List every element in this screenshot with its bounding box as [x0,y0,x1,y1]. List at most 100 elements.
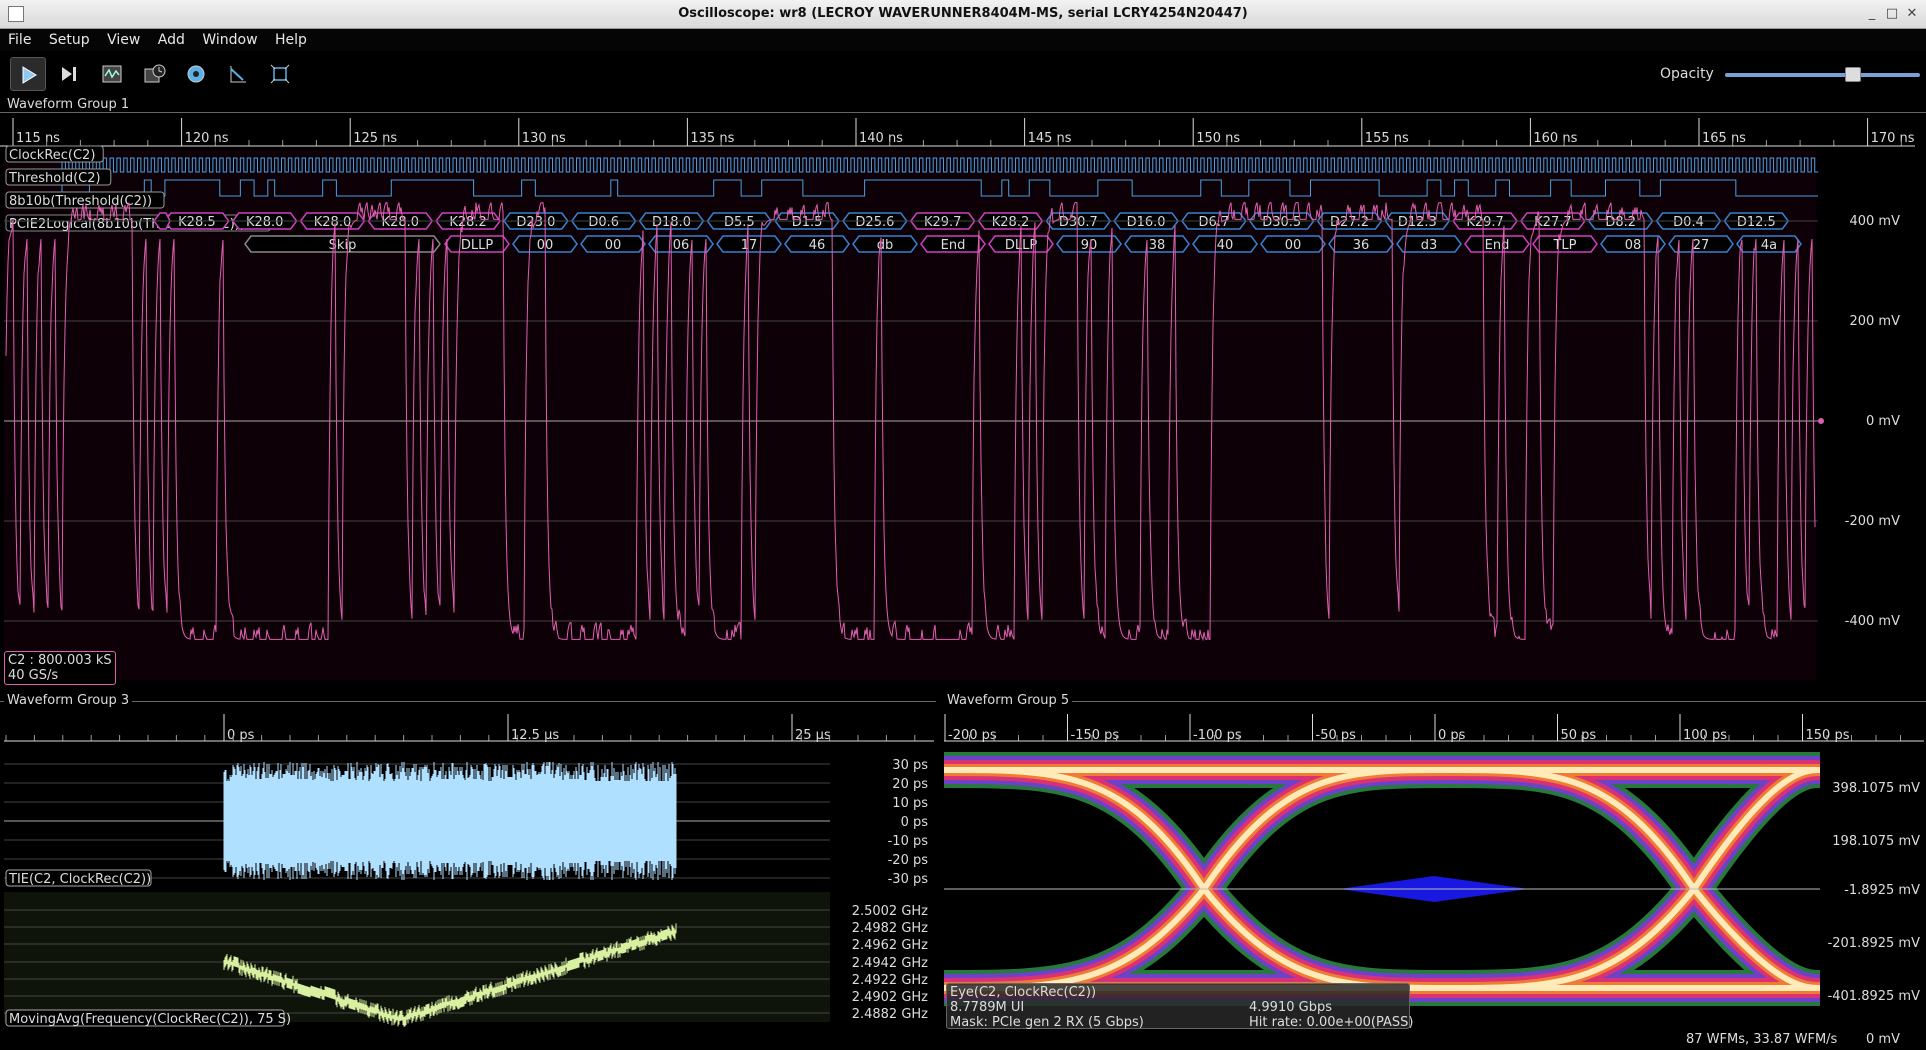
tie-y-tick-label: 0 ps [901,815,929,830]
logical-symbol-label: End [1485,238,1510,253]
channel-offset-marker[interactable] [1818,418,1824,424]
tie-y-tick-label: 10 ps [892,796,928,811]
fit-button[interactable] [262,57,298,91]
freq-y-tick-label: 2.5002 GHz [852,904,928,919]
freq-y-tick-label: 2.4982 GHz [852,921,928,936]
protocol-symbol-label: D8.2 [1605,215,1636,230]
opacity-slider[interactable] [1725,73,1920,77]
eye-y-tick-label: -1.8925 mV [1844,883,1920,898]
protocol-symbol-label: K28.0 [314,215,351,230]
eye-name: Eye(C2, ClockRec(C2)) [950,985,1097,1000]
freq-plot-area[interactable] [4,892,830,1022]
close-icon[interactable]: ✕ [1902,5,1922,23]
y-tick-label: -200 mV [1845,514,1900,529]
time-tick-label: 150 ns [1196,131,1240,146]
protocol-symbol-label: K28.2 [992,215,1029,230]
menu-view[interactable]: View [99,29,145,48]
protocol-symbol-label: K28.0 [382,215,419,230]
time-tick-label: 115 ns [16,131,60,146]
menu-file[interactable]: File [0,29,36,48]
logical-symbol-label: 06 [673,238,690,253]
channel-info-box[interactable]: C2 : 800.003 kS 40 GS/s [4,651,116,685]
opacity-slider-handle[interactable] [1845,67,1861,82]
protocol-symbol-label: K28.0 [246,215,283,230]
logical-symbol-label: TLP [1552,238,1576,253]
protocol-symbol-label: D0.6 [588,215,619,230]
freq-y-tick-label: 2.4962 GHz [852,938,928,953]
logical-symbol-label: DLLP [461,238,493,253]
logical-symbol-label: d3 [1421,238,1438,253]
logical-symbol-label: 4a [1761,238,1777,253]
settings-button[interactable] [178,57,214,91]
eye-info-box[interactable]: Eye(C2, ClockRec(C2)) 8.7789M UI Mask: P… [946,983,1413,1030]
eye-y-tick-label: -401.8925 mV [1828,989,1921,1004]
status-bar-mv: 0 mV [1866,1032,1900,1047]
channel-label-text: 8b10b(Threshold(C2)) [9,194,152,209]
channel-sample-rate: 40 GS/s [8,668,59,683]
window-title: Oscilloscope: wr8 (LECROY WAVERUNNER8404… [678,6,1248,21]
waveform-group-1[interactable]: 115 ns 120 ns 125 ns 130 ns 135 ns 140 ns 145 … [0,114,1926,688]
tie-y-tick-label: -10 ps [888,834,929,849]
time-tick-label: 160 ns [1533,131,1577,146]
logical-symbol-label: 17 [741,238,758,253]
group5-divider [944,701,1926,702]
protocol-symbol-label: K29.7 [924,215,961,230]
eye-rate: 4.9910 Gbps [1249,1000,1332,1015]
waveform-button[interactable] [94,57,130,91]
title-bar: Oscilloscope: wr8 (LECROY WAVERUNNER8404… [0,0,1926,29]
protocol-symbol-label: D0.4 [1673,215,1704,230]
menu-help[interactable]: Help [267,29,312,48]
protocol-symbol-label: K27.7 [1534,215,1571,230]
play-button[interactable] [10,57,46,91]
freq-y-tick-label: 2.4902 GHz [852,990,928,1005]
logical-symbol-label: 27 [1693,238,1710,253]
menu-add[interactable]: Add [150,29,190,48]
protocol-symbol-label: D25.6 [855,215,894,230]
minimize-icon[interactable]: _ [1862,5,1882,23]
time-tick-label: 135 ns [690,131,734,146]
logical-symbol-label: 36 [1353,238,1370,253]
status-bar-text: 87 WFMs, 33.87 WFM/s [1686,1032,1838,1047]
cursor-icon [230,66,246,83]
logical-symbol-label: 40 [1217,238,1234,253]
channel-label-text: Threshold(C2) [8,171,101,186]
tie-y-tick-label: 30 ps [892,758,928,773]
history-icon [144,64,166,83]
y-tick-label: 0 mV [1866,414,1900,429]
freq-y-tick-label: 2.4942 GHz [852,956,928,971]
logical-symbol-label: 46 [809,238,826,253]
protocol-symbol-label: D30.7 [1059,215,1098,230]
protocol-symbol-label: D16.0 [1127,215,1166,230]
protocol-symbol-label: D12.5 [1737,215,1776,230]
fit-icon [270,64,290,84]
protocol-symbol-label: D1.5 [792,215,823,230]
menu-setup[interactable]: Setup [41,29,95,48]
logical-symbol-label: 38 [1149,238,1166,253]
tie-trace [223,762,677,880]
freq-label: MovingAvg(Frequency(ClockRec(C2)), 75 S) [9,1012,291,1027]
menu-window[interactable]: Window [194,29,262,48]
time-tick-label: 170 ns [1871,131,1915,146]
protocol-symbol-label: K28.2 [449,215,486,230]
group1-title: Waveform Group 1 [4,97,133,112]
history-button[interactable] [136,57,172,91]
group3-divider [0,701,936,702]
tie-y-tick-label: 20 ps [892,777,928,792]
group1-divider [0,112,1926,113]
logical-symbol-label: 90 [1081,238,1098,253]
logical-symbol-label: 00 [605,238,622,253]
eye-y-tick-label: -201.8925 mV [1828,936,1921,951]
time-tick-label: 120 ns [185,131,229,146]
y-tick-label: -400 mV [1845,614,1900,629]
cursor-button[interactable] [220,57,256,91]
settings-icon [187,65,205,83]
eye-y-tick-label: 198.1075 mV [1832,834,1920,849]
tie-label: TIE(C2, ClockRec(C2)) [8,872,151,887]
time-tick-label: 130 ns [522,131,566,146]
single-trigger-button[interactable] [52,57,88,91]
protocol-symbol-label: D5.5 [724,215,755,230]
maximize-icon[interactable]: □ [1882,5,1902,23]
waveform-group-3[interactable]: 0 ps 12.5 µs 25 µs30 ps20 ps10 ps0 ps-10 p… [0,706,936,1040]
time-tick-label: 140 ns [859,131,903,146]
play-icon [22,66,37,84]
